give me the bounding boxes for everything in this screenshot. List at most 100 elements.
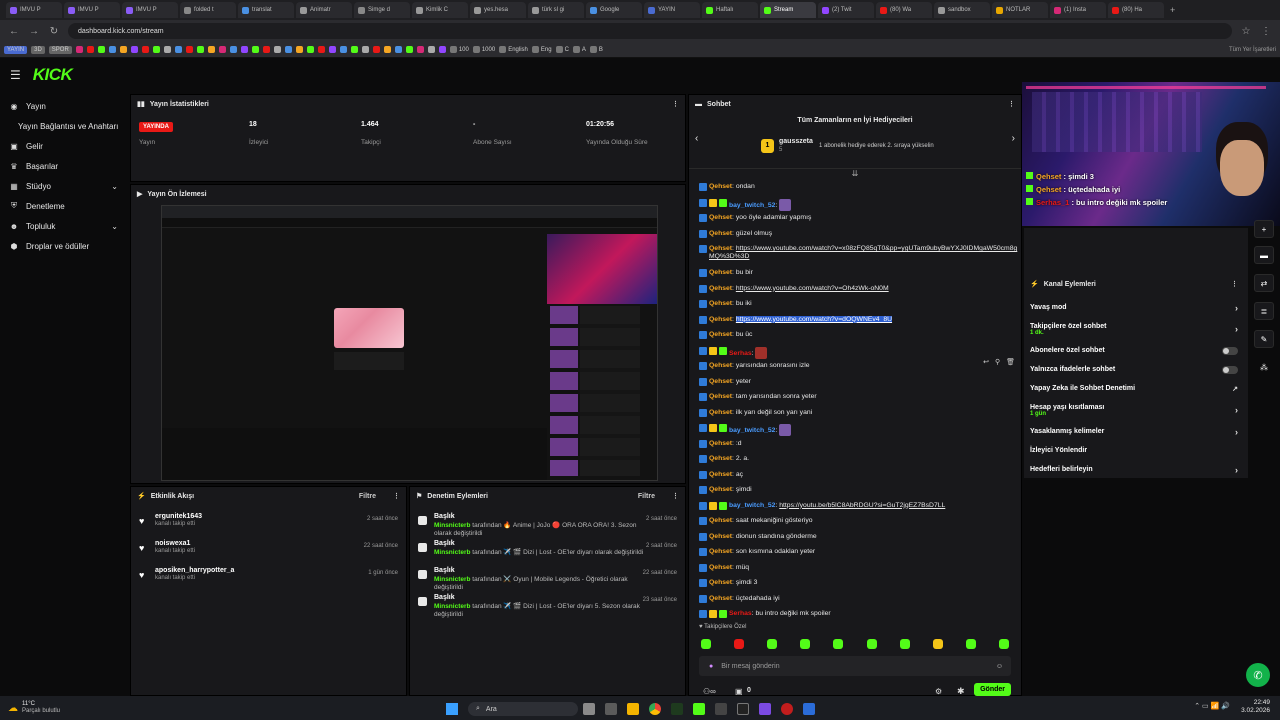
browser-tab[interactable]: folded t [180,2,236,18]
bookmark-item[interactable]: 100 [449,46,469,53]
bookmark-favicon-icon[interactable] [416,46,424,53]
all-bookmarks[interactable]: Tüm Yer İşaretleri [1229,47,1276,53]
browser-tab[interactable]: sandbox [934,2,990,18]
bookmark-favicon-icon[interactable] [97,46,105,53]
channel-action-item[interactable]: Yasaklanmış kelimeler › [1024,422,1248,441]
browser-tab[interactable]: IMVU P [6,2,62,18]
bookmark-favicon-icon[interactable] [372,46,380,53]
quick-emote-icon[interactable] [767,639,778,649]
chat-username[interactable]: Qehset [709,486,732,493]
side-tool-icon[interactable]: ✎ [1254,330,1274,348]
bookmark-favicon-icon[interactable] [240,46,248,53]
chat-username[interactable]: Qehset [709,455,732,462]
channel-action-item[interactable]: Yalnızca ifadelerle sohbet [1024,360,1248,379]
chat-username[interactable]: Serhas [729,349,752,356]
side-link-icon[interactable]: ⇄ [1254,274,1274,292]
bookmark-item[interactable]: 3D [31,45,45,54]
gifter-prev-icon[interactable]: ‹ [695,133,698,144]
app-icon-7[interactable] [803,703,815,715]
reply-icon[interactable]: ↩ [983,359,989,367]
sidebar-item-6[interactable]: ☻ Topluluk ⌄ [0,216,128,236]
bookmark-favicon-icon[interactable] [108,46,116,53]
chat-menu-icon[interactable]: ⋮ [1008,100,1015,108]
mic-icon[interactable]: ● [709,663,713,670]
bookmark-favicon-icon[interactable] [394,46,402,53]
bookmark-item[interactable]: B [589,46,603,53]
browser-tab[interactable]: (80) Wa [876,2,932,18]
chat-link[interactable]: https://www.youtube.com/watch?v=dOQWNEv4… [735,315,893,323]
bookmark-favicon-icon[interactable] [218,46,226,53]
quick-emote-icon[interactable] [998,639,1009,649]
browser-tab[interactable]: IMVU P [122,2,178,18]
quick-emote-icon[interactable] [866,639,877,649]
preview-video[interactable] [161,205,658,481]
chat-username[interactable]: Qehset [709,269,732,276]
chat-username[interactable]: Qehset [709,533,732,540]
channel-action-item[interactable]: Takipçilere özel sohbet 1 dk. › [1024,317,1248,341]
reload-icon[interactable]: ↻ [48,26,60,37]
bookmark-item[interactable]: English [499,46,528,53]
clock-time[interactable]: 22:49 [1241,699,1270,707]
chat-username[interactable]: Qehset [709,331,732,338]
chat-username[interactable]: bay_twitch_52 [729,201,775,208]
bookmark-favicon-icon[interactable] [262,46,270,53]
browser-tab[interactable]: IMVU P [64,2,120,18]
chat-username[interactable]: Qehset [709,183,732,190]
kick-logo[interactable]: KICK [33,65,73,85]
quick-emote-icon[interactable] [800,639,811,649]
chat-username[interactable]: Qehset [709,378,732,385]
mod-action-user[interactable]: Minsnicterb [434,522,470,529]
chat-input[interactable]: ● Bir mesaj gönderin ☺ [699,656,1011,676]
bookmark-item[interactable]: Eng [531,46,552,53]
bookmark-item[interactable]: YAYIN [4,45,28,54]
chat-username[interactable]: Qehset [709,564,732,571]
channel-actions-menu-icon[interactable]: ⋮ [1231,280,1238,288]
browser-tab[interactable]: Haftalı [702,2,758,18]
bookmark-favicon-icon[interactable] [185,46,193,53]
chat-username[interactable]: Qehset [709,517,732,524]
delete-icon[interactable]: 🗑 [1006,359,1015,367]
sidebar-item-5[interactable]: ⛨ Denetleme [0,196,128,216]
emoji-icon[interactable]: ☺ [996,663,1003,670]
browser-tab[interactable]: türk sl gi [528,2,584,18]
bookmark-favicon-icon[interactable] [251,46,259,53]
bookmark-item[interactable]: C [555,46,569,53]
side-list-icon[interactable]: ≣ [1254,302,1274,320]
bookmark-favicon-icon[interactable] [306,46,314,53]
chat-username[interactable]: bay_twitch_52 [729,427,775,434]
bookmark-item[interactable]: A [572,46,586,53]
bookmark-favicon-icon[interactable] [317,46,325,53]
forward-icon[interactable]: → [28,26,40,37]
app-icon-2[interactable] [693,703,705,715]
side-more-icon[interactable]: ⁂ [1254,358,1274,376]
mod-action-user[interactable]: Minsnicterb [434,549,470,556]
browser-tab[interactable]: (2) Twit [818,2,874,18]
chat-link[interactable]: https://www.youtube.com/watch?v=Oh4zWk-o… [736,285,889,292]
taskbar-search[interactable]: ⌕ Ara [468,702,578,716]
bookmark-favicon-icon[interactable] [196,46,204,53]
tray-icons[interactable]: ⌃ ▭ 📶 🔊 [1194,702,1230,710]
quick-emote-icon[interactable] [701,639,711,649]
bookmark-favicon-icon[interactable] [438,46,446,53]
clock-date[interactable]: 3.02.2026 [1241,707,1270,715]
toggle-switch[interactable] [1222,365,1238,374]
gifter-next-icon[interactable]: › [1012,133,1015,144]
menu-icon[interactable]: ☰ [10,68,21,82]
chat-username[interactable]: Qehset [709,579,732,586]
chat-users-icon[interactable]: ⚇∞ [703,687,716,696]
browser-tab[interactable]: Kimlik C [412,2,468,18]
bookmark-favicon-icon[interactable] [405,46,413,53]
bookmark-favicon-icon[interactable] [361,46,369,53]
bookmark-favicon-icon[interactable] [163,46,171,53]
taskview-icon[interactable] [583,703,595,715]
bookmark-favicon-icon[interactable] [339,46,347,53]
bookmark-favicon-icon[interactable] [229,46,237,53]
channel-action-item[interactable]: Yavaş mod › [1024,298,1248,317]
send-button[interactable]: Gönder [974,683,1011,696]
bookmark-favicon-icon[interactable] [174,46,182,53]
new-tab-icon[interactable]: + [1170,5,1175,15]
app-icon-5[interactable] [759,703,771,715]
chat-link[interactable]: https://www.youtube.com/watch?v=x08zFQ85… [709,245,1017,260]
activity-filter[interactable]: Filtre [359,493,376,500]
channel-action-item[interactable]: Abonelere özel sohbet [1024,341,1248,360]
